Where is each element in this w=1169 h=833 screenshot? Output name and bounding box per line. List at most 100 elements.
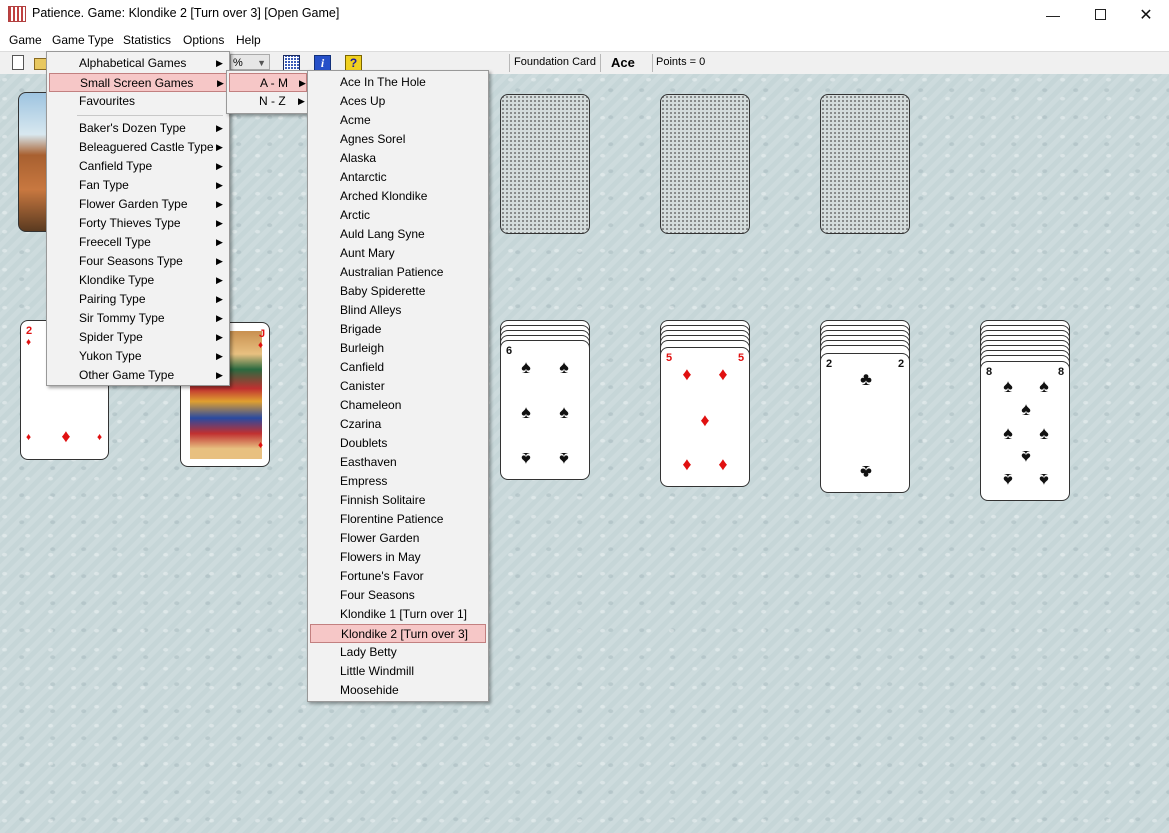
- menu-item-game[interactable]: Auld Lang Syne: [310, 225, 486, 244]
- menu-item-game-type[interactable]: Yukon Type ▶: [49, 347, 227, 366]
- spade-icon: ♠: [1039, 376, 1049, 396]
- card-rank: 5: [666, 352, 673, 364]
- menu-item-game-type[interactable]: Klondike Type ▶: [49, 271, 227, 290]
- card-rank: 8: [986, 366, 993, 378]
- menu-item-game[interactable]: Arched Klondike: [310, 187, 486, 206]
- submenu-arrow-icon: ▶: [216, 370, 223, 380]
- menu-item-small-screen-games[interactable]: Small Screen Games ▶: [49, 73, 227, 92]
- menu-item-game-type[interactable]: Beleaguered Castle Type ▶: [49, 138, 227, 157]
- menu-item-game[interactable]: Flowers in May: [310, 548, 486, 567]
- menu-item-game[interactable]: Canister: [310, 377, 486, 396]
- new-document-icon[interactable]: [12, 55, 24, 70]
- spade-icon: ♠: [1039, 470, 1049, 490]
- statistics-grid-icon[interactable]: [283, 55, 300, 71]
- menu-options[interactable]: Options: [183, 33, 224, 47]
- menu-item-game-type[interactable]: Pairing Type ▶: [49, 290, 227, 309]
- foundation-slot[interactable]: [660, 94, 750, 234]
- menu-game-type[interactable]: Game Type: [52, 33, 114, 47]
- menu-item-game[interactable]: Klondike 2 [Turn over 3]: [310, 624, 486, 643]
- menu-item-game[interactable]: Fortune's Favor: [310, 567, 486, 586]
- tableau-card[interactable]: 8 8 ♠ ♠ ♠ ♠ ♠ ♠ ♠ ♠: [980, 361, 1070, 501]
- card-rank: 6: [506, 345, 513, 357]
- menu-item-game-type[interactable]: Flower Garden Type ▶: [49, 195, 227, 214]
- foundation-slot[interactable]: [820, 94, 910, 234]
- menu-item-game[interactable]: Blind Alleys: [310, 301, 486, 320]
- menu-item-game[interactable]: Chameleon: [310, 396, 486, 415]
- menu-item-game-type[interactable]: Spider Type ▶: [49, 328, 227, 347]
- submenu-arrow-icon: ▶: [217, 78, 224, 88]
- toolbar-divider: [652, 54, 653, 72]
- menu-item-game-type[interactable]: Baker's Dozen Type ▶: [49, 119, 227, 138]
- diamond-icon: ♦: [97, 432, 103, 443]
- menu-item-game[interactable]: Agnes Sorel: [310, 130, 486, 149]
- diamond-icon: ♦: [61, 426, 71, 446]
- menu-item-game-type[interactable]: Forty Thieves Type ▶: [49, 214, 227, 233]
- menu-item-game-type[interactable]: Other Game Type ▶: [49, 366, 227, 385]
- menu-item-game[interactable]: Empress: [310, 472, 486, 491]
- menu-item-game[interactable]: Aunt Mary: [310, 244, 486, 263]
- menu-item-game[interactable]: Alaska: [310, 149, 486, 168]
- menu-item-game[interactable]: Canfield: [310, 358, 486, 377]
- menu-item-alphabetical-games[interactable]: Alphabetical Games ▶: [49, 54, 227, 73]
- menu-item-game[interactable]: Finnish Solitaire: [310, 491, 486, 510]
- menu-item-game[interactable]: Flower Garden: [310, 529, 486, 548]
- menu-item-game-type[interactable]: Freecell Type ▶: [49, 233, 227, 252]
- menu-item-game[interactable]: Four Seasons: [310, 586, 486, 605]
- menu-item-game[interactable]: Australian Patience: [310, 263, 486, 282]
- spade-icon: ♠: [1003, 470, 1013, 490]
- menu-item-game-type[interactable]: Fan Type ▶: [49, 176, 227, 195]
- menu-item-game[interactable]: Florentine Patience: [310, 510, 486, 529]
- menu-help[interactable]: Help: [236, 33, 261, 47]
- menu-item-favourites[interactable]: Favourites: [49, 92, 227, 111]
- menu-game[interactable]: Game: [9, 33, 42, 47]
- menu-item-game[interactable]: Aces Up: [310, 92, 486, 111]
- menu-item-game[interactable]: Baby Spiderette: [310, 282, 486, 301]
- diamond-icon: ♦: [258, 440, 264, 451]
- points-display: Points = 0: [656, 56, 706, 68]
- foundation-value: Ace: [611, 55, 635, 70]
- menu-item-game[interactable]: Moosehide: [310, 681, 486, 700]
- minimize-button[interactable]: —: [1030, 0, 1076, 29]
- menu-item-range-a-m[interactable]: A - M ▶: [229, 73, 307, 92]
- window-title: Patience. Game: Klondike 2 [Turn over 3]…: [32, 6, 340, 20]
- menu-item-game[interactable]: Czarina: [310, 415, 486, 434]
- menu-item-game[interactable]: Lady Betty: [310, 643, 486, 662]
- menu-item-game[interactable]: Antarctic: [310, 168, 486, 187]
- menu-item-game[interactable]: Brigade: [310, 320, 486, 339]
- submenu-arrow-icon: ▶: [216, 351, 223, 361]
- menu-item-game[interactable]: Klondike 1 [Turn over 1]: [310, 605, 486, 624]
- maximize-icon: [1094, 9, 1106, 20]
- menu-item-game[interactable]: Easthaven: [310, 453, 486, 472]
- spade-icon: ♠: [1021, 399, 1031, 419]
- menu-item-game[interactable]: Ace In The Hole: [310, 73, 486, 92]
- menu-item-game-type[interactable]: Four Seasons Type ▶: [49, 252, 227, 271]
- menu-item-game[interactable]: Acme: [310, 111, 486, 130]
- menu-statistics[interactable]: Statistics: [123, 33, 171, 47]
- spade-icon: ♠: [1039, 423, 1049, 443]
- chevron-down-icon: ▼: [257, 58, 266, 68]
- menu-item-game[interactable]: Little Windmill: [310, 662, 486, 681]
- menu-item-game[interactable]: Arctic: [310, 206, 486, 225]
- menu-item-game[interactable]: Doublets: [310, 434, 486, 453]
- menu-item-game[interactable]: Burleigh: [310, 339, 486, 358]
- game-type-menu: Alphabetical Games ▶ Small Screen Games …: [46, 51, 230, 386]
- card-rank: 2: [826, 358, 833, 370]
- submenu-arrow-icon: ▶: [299, 78, 306, 88]
- tableau-card[interactable]: 6 ♠ ♠ ♠ ♠ ♠ ♠: [500, 340, 590, 480]
- card-rank: 5: [738, 352, 745, 364]
- close-button[interactable]: ✕: [1123, 0, 1169, 29]
- submenu-arrow-icon: ▶: [298, 96, 305, 106]
- tableau-card[interactable]: 5 5 ♦ ♦ ♦ ♦ ♦: [660, 347, 750, 487]
- menu-item-game-type[interactable]: Canfield Type ▶: [49, 157, 227, 176]
- maximize-button[interactable]: [1077, 0, 1123, 29]
- card-rank: J: [259, 328, 266, 340]
- zoom-combo[interactable]: % ▼: [230, 54, 270, 70]
- menu-item-range-n-z[interactable]: N - Z ▶: [229, 92, 307, 111]
- foundation-slot[interactable]: [500, 94, 590, 234]
- diamond-icon: ♦: [26, 337, 32, 348]
- menu-item-game-type[interactable]: Sir Tommy Type ▶: [49, 309, 227, 328]
- submenu-arrow-icon: ▶: [216, 332, 223, 342]
- spade-icon: ♠: [559, 449, 569, 469]
- tableau-card[interactable]: 2 2 ♣ ♣: [820, 353, 910, 493]
- submenu-arrow-icon: ▶: [216, 161, 223, 171]
